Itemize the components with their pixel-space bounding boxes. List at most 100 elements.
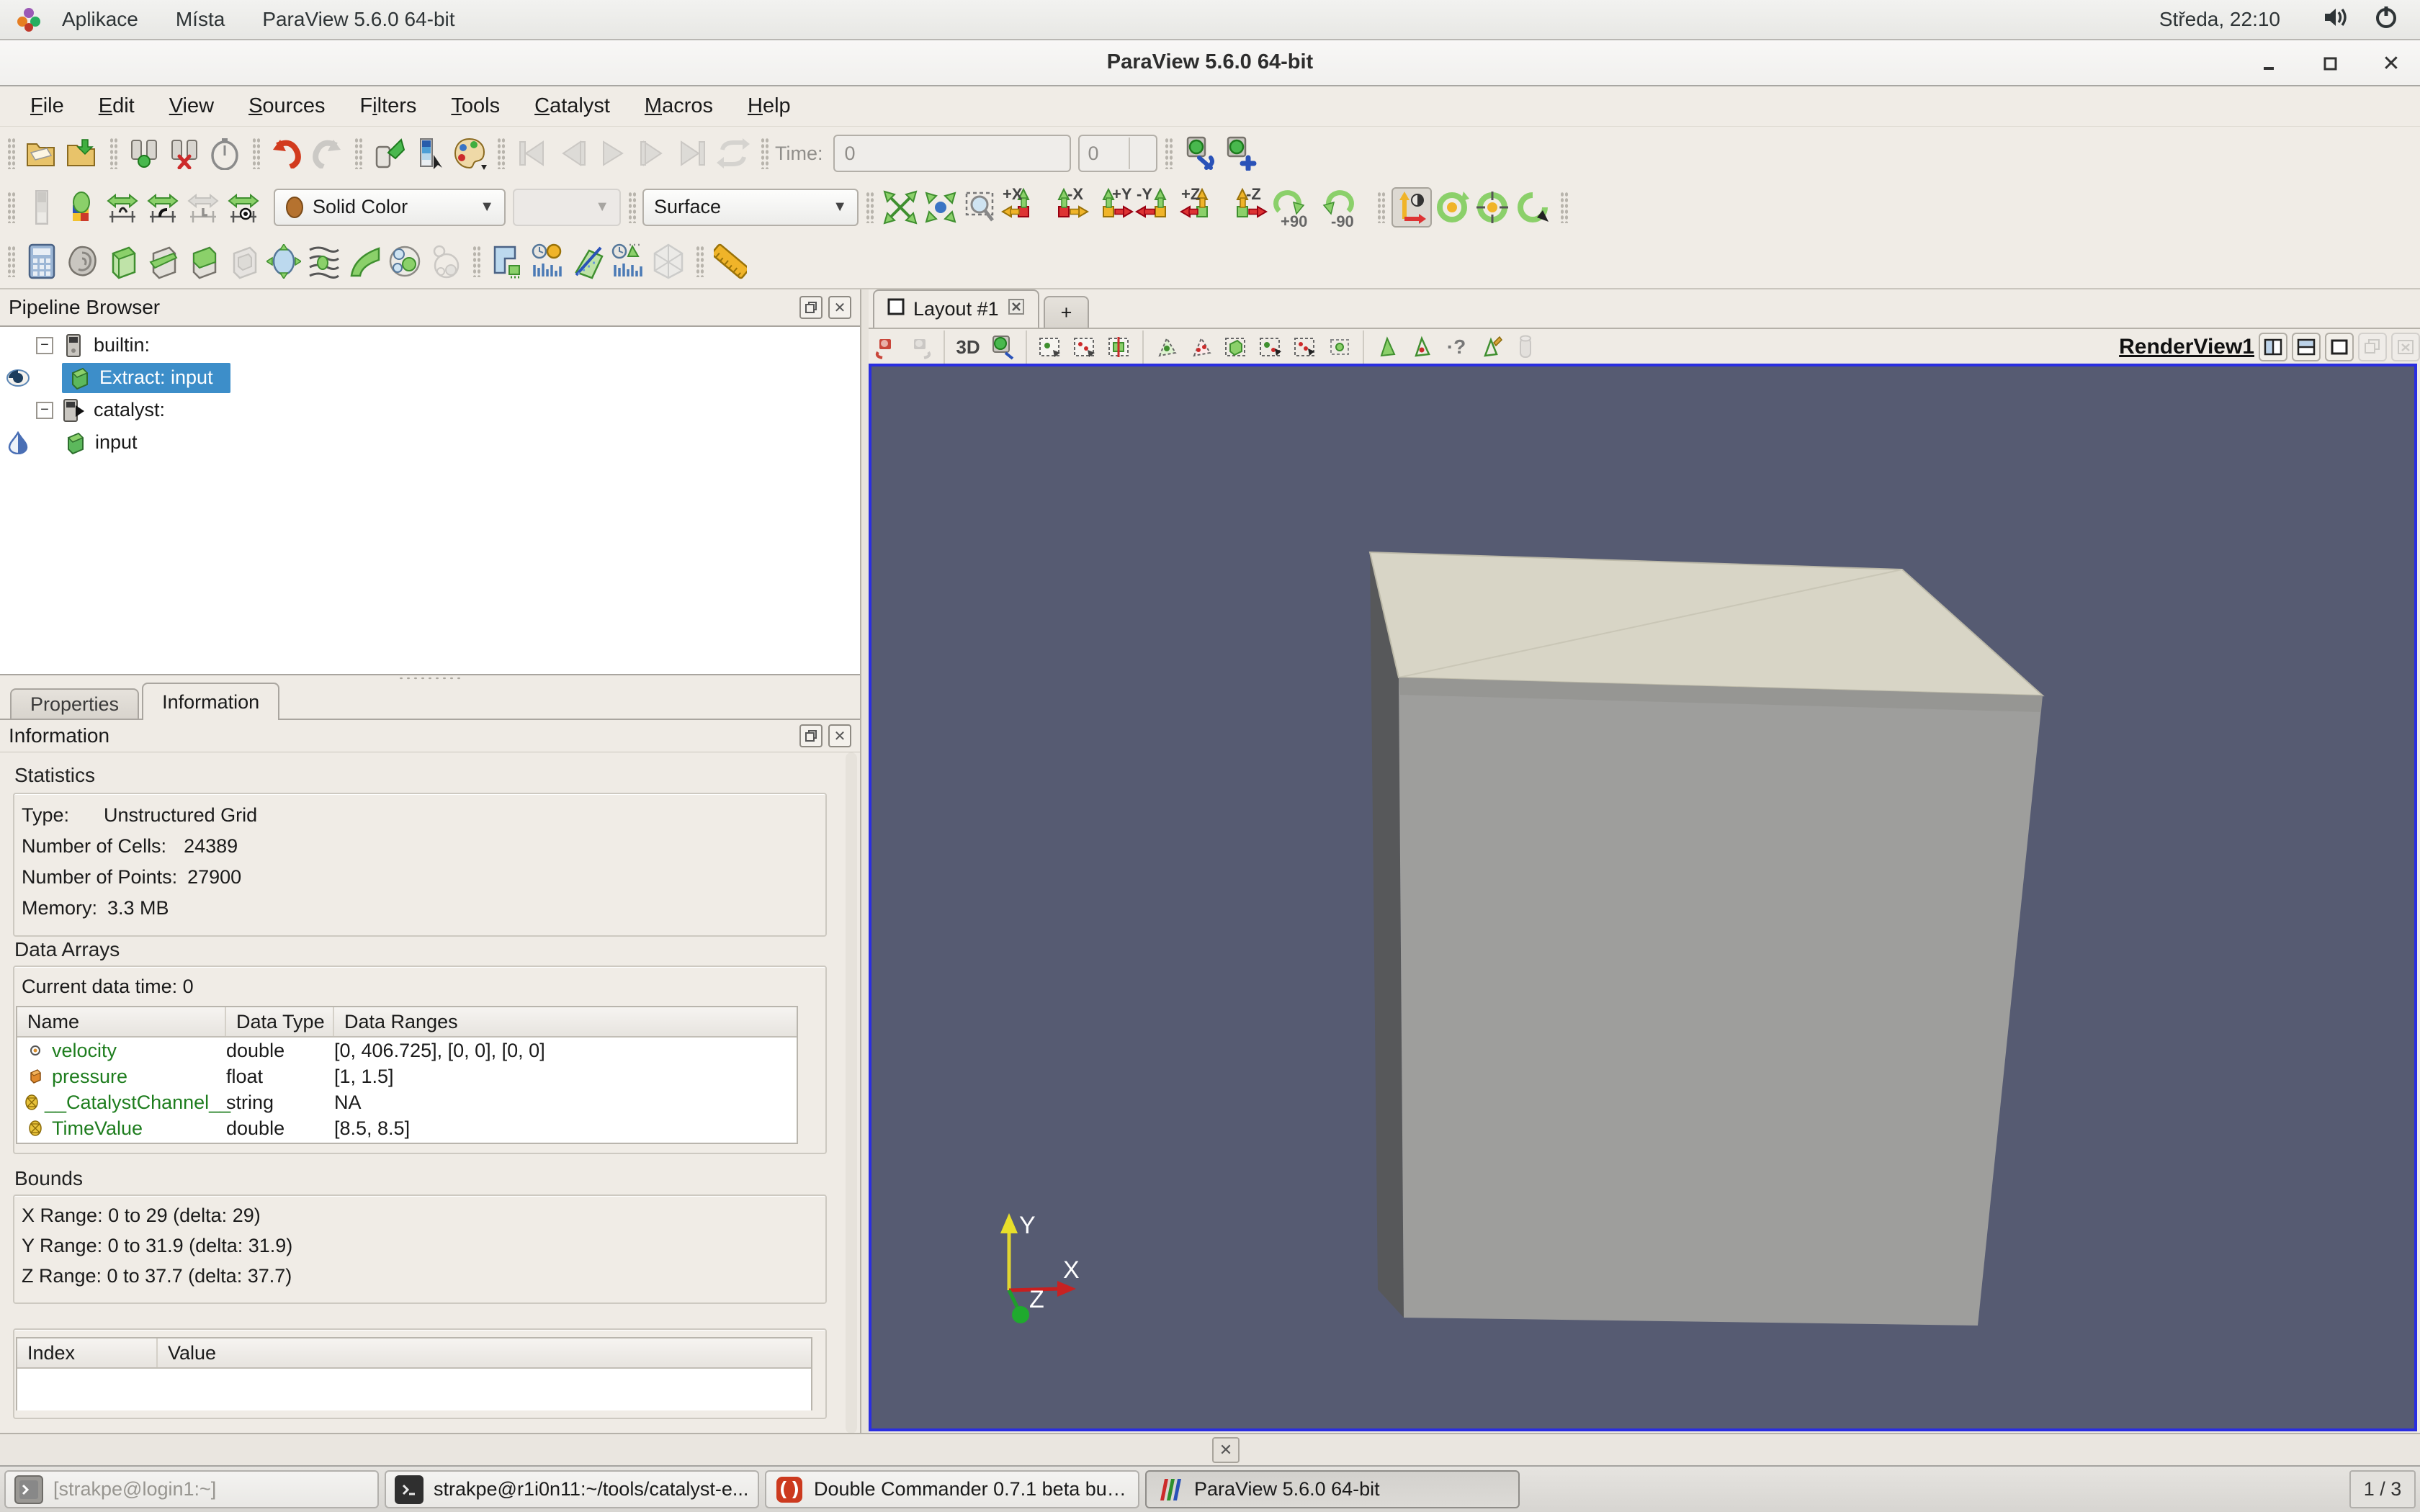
camera-redo-button[interactable] bbox=[903, 332, 938, 362]
maximize-button[interactable] bbox=[2315, 48, 2347, 79]
live-source-icon[interactable] bbox=[0, 431, 36, 454]
extract-subset-filter-button[interactable] bbox=[223, 241, 264, 282]
close-view-button[interactable] bbox=[2391, 333, 2420, 361]
edit-colormap-button[interactable] bbox=[62, 187, 102, 228]
select-block-button[interactable] bbox=[1219, 332, 1253, 362]
disconnect-server-button[interactable] bbox=[164, 133, 205, 174]
hover-points-button[interactable] bbox=[1404, 332, 1439, 362]
rotate-90-cw-button[interactable]: +90 bbox=[1269, 186, 1319, 228]
adjust-camera-view-button[interactable] bbox=[985, 332, 1020, 362]
interactive-select-points-button[interactable] bbox=[1288, 332, 1322, 362]
clip-filter-button[interactable] bbox=[102, 241, 143, 282]
add-layout-tab[interactable]: + bbox=[1044, 296, 1090, 328]
zoom-to-box-button[interactable] bbox=[961, 187, 1001, 228]
interactive-select-cells-button[interactable] bbox=[1253, 332, 1288, 362]
group-datasets-filter-button[interactable] bbox=[385, 241, 425, 282]
threshold-filter-button[interactable] bbox=[183, 241, 223, 282]
glyph-filter-button[interactable] bbox=[264, 241, 304, 282]
active-window-menu[interactable]: ParaView 5.6.0 64-bit bbox=[262, 8, 454, 31]
vcr-loop-button[interactable] bbox=[713, 133, 753, 174]
main-splitter[interactable] bbox=[861, 289, 869, 1433]
vcr-first-frame-button[interactable] bbox=[511, 133, 552, 174]
menu-macros[interactable]: Macros bbox=[627, 94, 730, 118]
col-data-ranges[interactable]: Data Ranges bbox=[334, 1007, 797, 1036]
plot-on-intersection-button[interactable] bbox=[568, 241, 608, 282]
pipeline-item-catalyst[interactable]: − catalyst: bbox=[0, 394, 860, 426]
save-camera-button[interactable] bbox=[1219, 133, 1260, 174]
col-name[interactable]: Name bbox=[17, 1007, 226, 1036]
pick-center-button[interactable] bbox=[1472, 187, 1512, 228]
col-value[interactable]: Value bbox=[158, 1338, 811, 1367]
col-index[interactable]: Index bbox=[17, 1338, 158, 1367]
contour-filter-button[interactable] bbox=[62, 241, 102, 282]
volume-icon[interactable] bbox=[2323, 6, 2349, 34]
vcr-next-frame-button[interactable] bbox=[632, 133, 673, 174]
menu-sources[interactable]: Sources bbox=[231, 94, 342, 118]
pipeline-item-builtin[interactable]: − builtin: bbox=[0, 329, 860, 361]
probe-location-button[interactable] bbox=[648, 241, 689, 282]
menu-view[interactable]: View bbox=[152, 94, 231, 118]
expander-icon[interactable]: − bbox=[36, 337, 53, 354]
component-dropdown[interactable]: ▼ bbox=[513, 189, 621, 226]
plot-over-line-button[interactable] bbox=[487, 241, 527, 282]
split-horizontal-button[interactable] bbox=[2259, 333, 2287, 361]
edit-color-map-button[interactable] bbox=[409, 133, 449, 174]
menu-catalyst[interactable]: Catalyst bbox=[517, 94, 627, 118]
warp-by-vector-filter-button[interactable] bbox=[344, 241, 385, 282]
taskbar-item-terminal-2[interactable]: strakpe@r1i0n11:~/tools/catalyst-e... bbox=[385, 1470, 759, 1508]
reset-camera-button[interactable] bbox=[880, 187, 920, 228]
rescale-to-visible-range-button[interactable] bbox=[223, 187, 264, 228]
select-cells-on-button[interactable] bbox=[1033, 332, 1067, 362]
abort-progress-button[interactable]: ✕ bbox=[1212, 1437, 1240, 1463]
taskbar-item-terminal-1[interactable]: [strakpe@login1:~] bbox=[4, 1470, 379, 1508]
view-plus-z-button[interactable]: +Z bbox=[1180, 186, 1224, 228]
view-plus-y-button[interactable]: +Y bbox=[1090, 186, 1135, 228]
maximize-view-button[interactable] bbox=[2325, 333, 2354, 361]
pipeline-item-extract-input[interactable]: Extract: input bbox=[0, 361, 860, 394]
layout-tab[interactable]: Layout #1 bbox=[873, 289, 1039, 328]
split-vertical-button[interactable] bbox=[2292, 333, 2321, 361]
select-cells-through-button[interactable] bbox=[1102, 332, 1137, 362]
array-row-pressure[interactable]: pressure float [1, 1.5] bbox=[17, 1063, 797, 1089]
expander-icon[interactable]: − bbox=[36, 402, 53, 419]
applications-menu[interactable]: Aplikace bbox=[62, 8, 138, 31]
show-center-button[interactable] bbox=[1512, 187, 1553, 228]
calculator-filter-button[interactable] bbox=[22, 241, 62, 282]
stream-tracer-filter-button[interactable] bbox=[304, 241, 344, 282]
save-data-button[interactable] bbox=[62, 133, 102, 174]
color-palette-button[interactable] bbox=[449, 133, 490, 174]
view-minus-x-button[interactable]: -X bbox=[1046, 186, 1090, 228]
menu-edit[interactable]: Edit bbox=[81, 94, 152, 118]
adjust-camera-button[interactable] bbox=[1179, 133, 1219, 174]
rescale-to-data-range-button[interactable] bbox=[102, 187, 143, 228]
vcr-last-frame-button[interactable] bbox=[673, 133, 713, 174]
toggle-center-axes-button[interactable] bbox=[1392, 187, 1432, 228]
pipeline-float-button[interactable] bbox=[799, 296, 823, 319]
panel-splitter-handle[interactable] bbox=[0, 675, 860, 681]
extract-level-filter-button[interactable] bbox=[425, 241, 465, 282]
undo-button[interactable] bbox=[266, 133, 307, 174]
representation-dropdown[interactable]: Surface ▼ bbox=[642, 189, 859, 226]
time-value-field[interactable]: 0 bbox=[833, 135, 1071, 172]
visibility-eye-icon[interactable] bbox=[0, 369, 36, 387]
rescale-to-temporal-range-button[interactable] bbox=[183, 187, 223, 228]
view-plus-x-button[interactable]: +X bbox=[1001, 186, 1046, 228]
clock[interactable]: Středa, 22:10 bbox=[2159, 8, 2280, 31]
color-by-dropdown[interactable]: Solid Color ▼ bbox=[274, 189, 506, 226]
information-close-button[interactable]: ✕ bbox=[828, 724, 851, 747]
plot-global-variables-button[interactable] bbox=[608, 241, 648, 282]
vcr-previous-frame-button[interactable] bbox=[552, 133, 592, 174]
taskbar-item-double-commander[interactable]: Double Commander 0.7.1 beta build... bbox=[765, 1470, 1139, 1508]
power-icon[interactable] bbox=[2374, 5, 2398, 35]
information-float-button[interactable] bbox=[799, 724, 823, 747]
menu-tools[interactable]: Tools bbox=[434, 94, 517, 118]
array-row-timevalue[interactable]: TimeValue double [8.5, 8.5] bbox=[17, 1115, 797, 1141]
pipeline-close-button[interactable]: ✕ bbox=[828, 296, 851, 319]
grow-selection-button[interactable] bbox=[1322, 332, 1357, 362]
view-minus-y-button[interactable]: -Y bbox=[1135, 186, 1180, 228]
information-scrollbar[interactable] bbox=[846, 752, 857, 1434]
ruler-button[interactable] bbox=[710, 241, 750, 282]
array-row-catalystchannel[interactable]: __CatalystChannel__ string NA bbox=[17, 1089, 797, 1115]
pipeline-item-input[interactable]: input bbox=[0, 426, 860, 459]
view-minus-z-button[interactable]: -Z bbox=[1224, 186, 1269, 228]
